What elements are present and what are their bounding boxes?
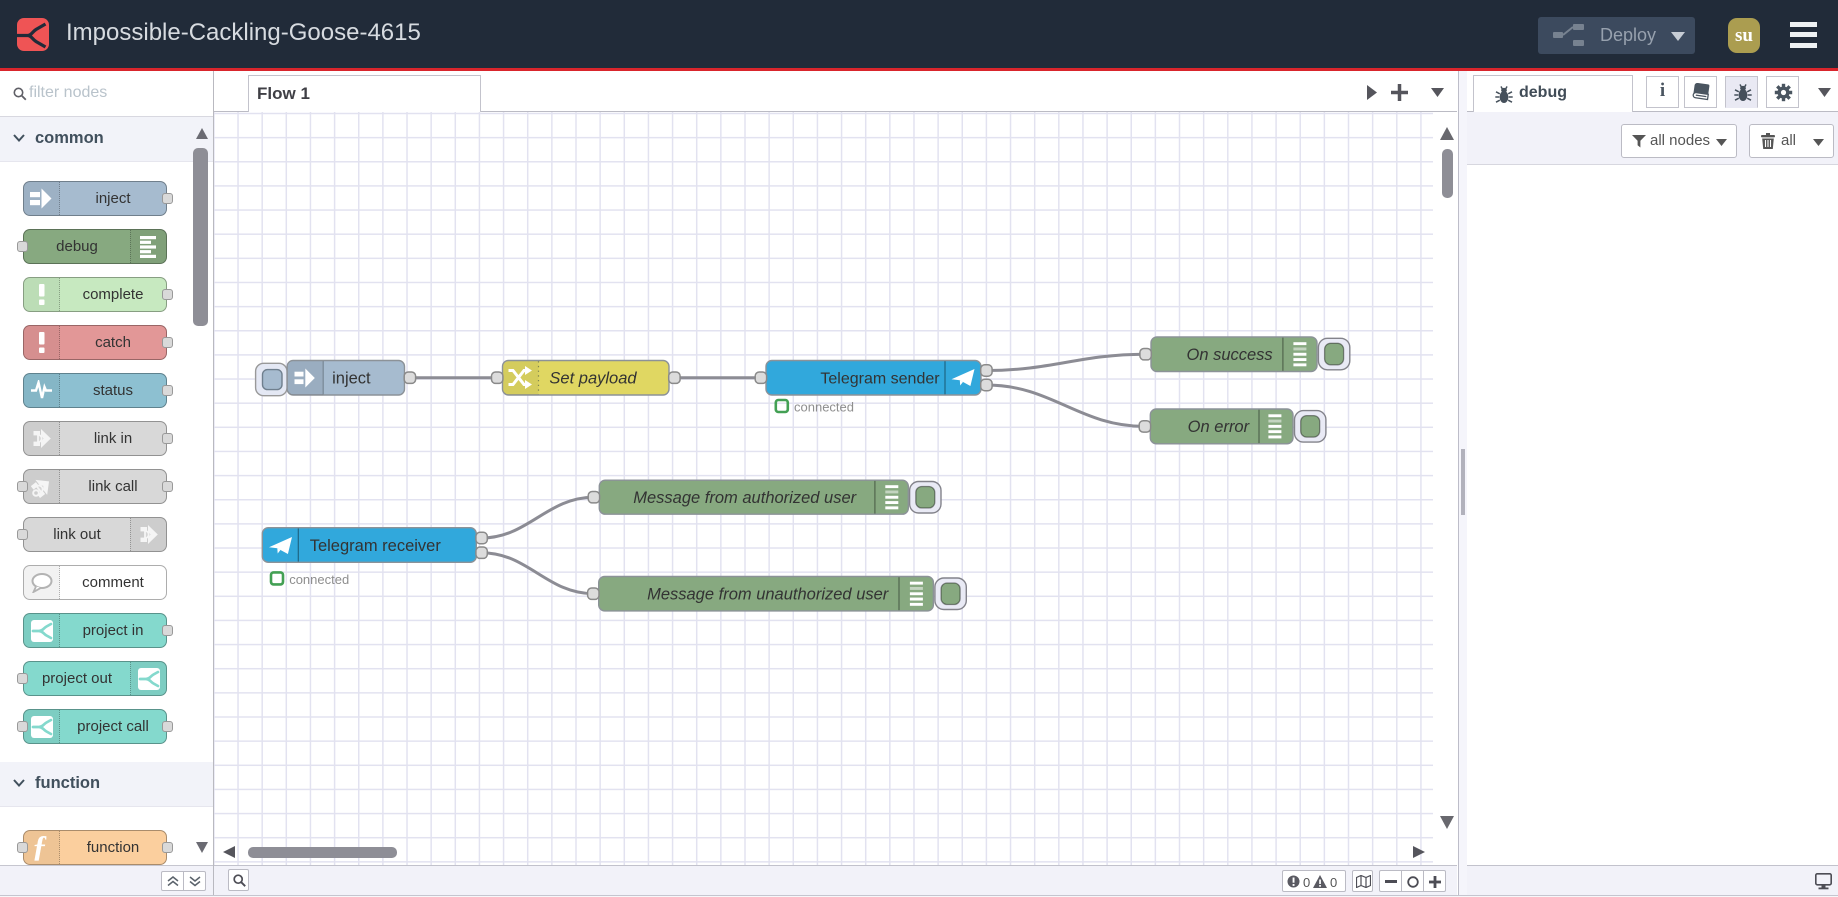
svg-text:Telegram receiver: Telegram receiver xyxy=(310,537,442,555)
svg-text:inject: inject xyxy=(332,370,371,388)
svg-text:Message from authorized user: Message from authorized user xyxy=(633,489,857,507)
svg-text:connected: connected xyxy=(794,400,854,415)
svg-text:Telegram sender: Telegram sender xyxy=(820,371,940,388)
svg-text:connected: connected xyxy=(289,572,349,587)
svg-text:On error: On error xyxy=(1188,418,1251,436)
svg-text:Set payload: Set payload xyxy=(549,370,637,388)
svg-text:On success: On success xyxy=(1186,346,1272,364)
svg-text:Message from unauthorized user: Message from unauthorized user xyxy=(647,585,890,603)
